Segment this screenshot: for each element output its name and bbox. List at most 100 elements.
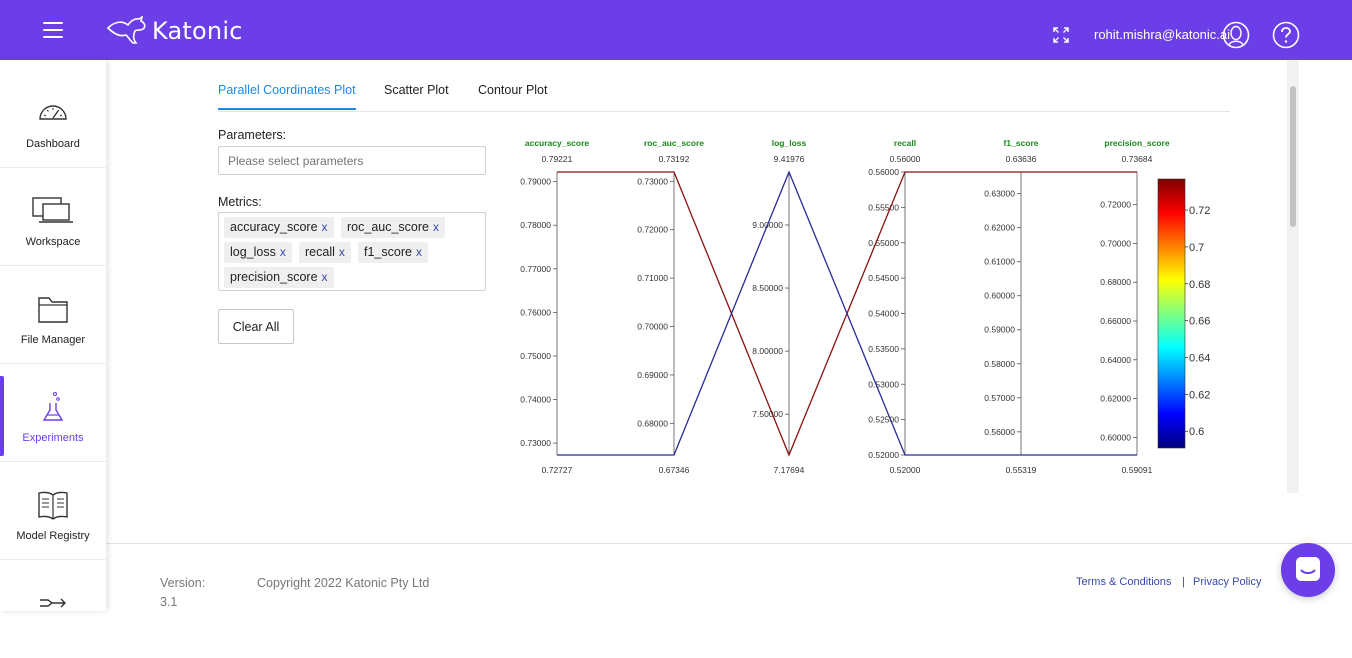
metrics-label: Metrics: [218, 195, 262, 209]
axis-max-label: 0.73684 [1122, 154, 1153, 164]
metrics-select[interactable]: accuracy_score x roc_auc_score x log_loss x… [218, 212, 486, 291]
book-icon [0, 488, 106, 522]
chat-icon [1296, 557, 1320, 581]
colorbar-tick-label: 0.64 [1189, 353, 1210, 365]
metric-chip: recall x [299, 242, 351, 263]
parallel-coordinates-chart[interactable]: accuracy_score 0.79221 0.72727 0.79000 0.780… [500, 130, 1220, 480]
axis-min-label: 0.67346 [659, 465, 690, 475]
axis-max-label: 0.56000 [890, 154, 921, 164]
monitor-icon [0, 194, 106, 228]
privacy-link[interactable]: Privacy Policy [1193, 576, 1261, 588]
tick-label: 0.71000 [637, 273, 668, 283]
chip-remove-icon[interactable]: x [339, 245, 345, 259]
tick-label: 0.61000 [984, 257, 1015, 267]
colorbar-tick-label: 0.62 [1189, 389, 1210, 401]
tick-label: 0.56000 [868, 167, 899, 177]
sidebar-item-label: Dashboard [26, 138, 80, 150]
sidebar-item-more[interactable] [0, 560, 106, 658]
tick-label: 7.50000 [752, 409, 783, 419]
scrollbar-thumb[interactable] [1290, 86, 1296, 227]
sidebar-item-model-registry[interactable]: Model Registry [0, 462, 106, 560]
tick-label: 0.62000 [984, 223, 1015, 233]
data-line[interactable] [557, 170, 1137, 456]
axis-max-label: 0.73192 [659, 154, 690, 164]
tick-label: 0.66000 [1100, 316, 1131, 326]
parameters-select[interactable] [218, 146, 486, 175]
tick-label: 0.70000 [637, 322, 668, 332]
chip-label: precision_score [230, 270, 318, 284]
sidebar-item-label: Workspace [25, 236, 81, 248]
tab-contour-plot[interactable]: Contour Plot [478, 83, 547, 108]
tick-label: 0.53000 [868, 379, 899, 389]
tick-label: 0.68000 [637, 418, 668, 428]
chip-label: accuracy_score [230, 220, 318, 234]
metric-chip: accuracy_score x [224, 217, 334, 238]
sidebar-item-workspace[interactable]: Workspace [0, 168, 106, 266]
chip-remove-icon[interactable]: x [433, 220, 439, 234]
colorbar-tick-label: 0.72 [1189, 205, 1210, 217]
tick-label: 0.77000 [520, 264, 551, 274]
folder-icon [0, 292, 106, 326]
tick-label: 0.79000 [520, 177, 551, 187]
tick-label: 0.75000 [520, 351, 551, 361]
version-label: Version: [160, 576, 206, 590]
tick-label: 0.52000 [868, 450, 899, 460]
axis-title: roc_auc_score [644, 138, 704, 148]
terms-link[interactable]: Terms & Conditions [1076, 576, 1171, 588]
hamburger-icon[interactable] [43, 22, 63, 38]
sidebar: Dashboard Workspace File Manager Experim… [0, 60, 106, 611]
brand-logo[interactable]: Katonic [106, 14, 243, 48]
axis-title: precision_score [1104, 138, 1169, 148]
metric-chip: roc_auc_score x [341, 217, 445, 238]
user-email[interactable]: rohit.mishra@katonic.ai [1094, 27, 1230, 42]
chip-label: recall [305, 245, 335, 259]
tick-label: 0.54500 [868, 273, 899, 283]
sidebar-item-dashboard[interactable]: Dashboard [0, 70, 106, 168]
pipeline-icon [0, 586, 106, 620]
tick-label: 0.55500 [868, 202, 899, 212]
axis-min-label: 0.59091 [1122, 465, 1153, 475]
tick-label: 0.58000 [984, 359, 1015, 369]
copyright-text: Copyright 2022 Katonic Pty Ltd [257, 576, 430, 590]
gauge-icon [0, 96, 106, 130]
axis-title: recall [894, 138, 916, 148]
tick-label: 0.62000 [1100, 394, 1131, 404]
tick-label: 8.00000 [752, 346, 783, 356]
tick-label: 0.57000 [984, 393, 1015, 403]
colorbar-tick-label: 0.66 [1189, 316, 1210, 328]
tick-label: 0.52500 [868, 415, 899, 425]
brand-name: Katonic [152, 17, 243, 45]
flask-icon [0, 390, 106, 424]
sidebar-item-file-manager[interactable]: File Manager [0, 266, 106, 364]
metric-chip: f1_score x [358, 242, 428, 263]
user-avatar-icon[interactable] [1222, 21, 1250, 49]
chat-button[interactable] [1281, 543, 1335, 597]
version-value: 3.1 [160, 595, 178, 609]
tick-label: 0.54000 [868, 309, 899, 319]
chip-remove-icon[interactable]: x [322, 270, 328, 284]
footer-divider [106, 543, 1352, 544]
axis-max-label: 9.41976 [774, 154, 805, 164]
chip-remove-icon[interactable]: x [416, 245, 422, 259]
tick-label: 0.53500 [868, 344, 899, 354]
sidebar-item-label: Experiments [22, 432, 84, 444]
chip-remove-icon[interactable]: x [322, 220, 328, 234]
tick-label: 0.73000 [637, 176, 668, 186]
tick-label: 0.63000 [984, 189, 1015, 199]
tab-parallel-coordinates[interactable]: Parallel Coordinates Plot [218, 83, 356, 110]
tick-label: 0.64000 [1100, 355, 1131, 365]
axis-title: accuracy_score [525, 138, 590, 148]
tab-scatter-plot[interactable]: Scatter Plot [384, 83, 449, 108]
colorbar [1157, 178, 1186, 449]
clear-all-button[interactable]: Clear All [218, 309, 294, 344]
tick-label: 0.59000 [984, 325, 1015, 335]
sidebar-item-label: Model Registry [16, 530, 90, 542]
tick-label: 0.55000 [868, 238, 899, 248]
question-icon[interactable] [1272, 21, 1300, 49]
sidebar-item-experiments[interactable]: Experiments [0, 364, 106, 462]
colorbar-tick-label: 0.6 [1189, 426, 1204, 438]
axis-title: f1_score [1004, 138, 1039, 148]
axis-max-label: 0.63636 [1006, 154, 1037, 164]
chip-remove-icon[interactable]: x [280, 245, 286, 259]
fullscreen-icon[interactable] [1053, 27, 1069, 43]
